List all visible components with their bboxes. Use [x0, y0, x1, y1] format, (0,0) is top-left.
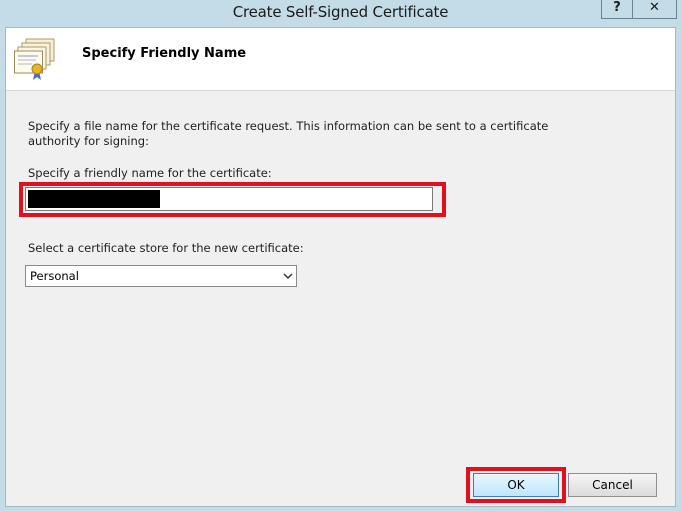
cancel-button[interactable]: Cancel: [568, 473, 657, 497]
title-bar[interactable]: Create Self-Signed Certificate ? ✕: [0, 0, 681, 26]
help-button[interactable]: ?: [601, 0, 633, 19]
certificate-store-value: Personal: [30, 269, 79, 283]
dialog-window: Create Self-Signed Certificate ? ✕ Speci…: [0, 0, 681, 512]
friendly-name-label: Specify a friendly name for the certific…: [28, 166, 272, 180]
description-text: Specify a file name for the certificate …: [28, 119, 549, 148]
certificate-store-label: Select a certificate store for the new c…: [28, 241, 304, 255]
certificate-icon: [14, 38, 55, 80]
dialog-body: Specify Friendly Name Specify a file nam…: [5, 27, 676, 507]
window-title: Create Self-Signed Certificate: [232, 3, 449, 21]
close-button[interactable]: ✕: [632, 0, 677, 19]
close-icon: ✕: [649, 0, 660, 15]
redacted-value: [28, 190, 160, 208]
certificate-store-select[interactable]: Personal: [25, 265, 297, 287]
page-title: Specify Friendly Name: [82, 46, 247, 61]
header-panel: Specify Friendly Name: [6, 28, 675, 91]
ok-button[interactable]: OK: [473, 473, 559, 497]
chevron-down-icon: [283, 273, 293, 280]
